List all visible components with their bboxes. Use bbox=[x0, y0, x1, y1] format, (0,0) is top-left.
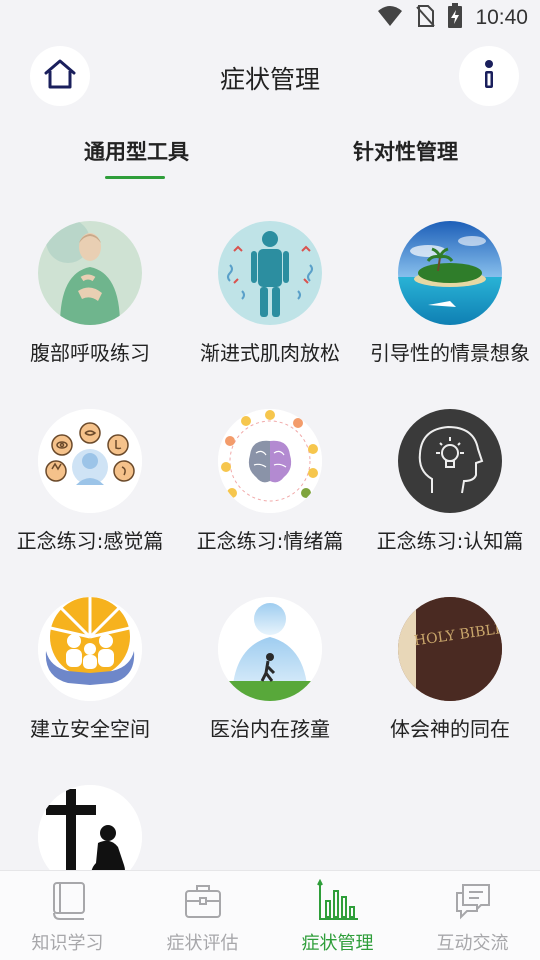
wifi-icon bbox=[377, 5, 403, 31]
mindfulness-cognition-image bbox=[398, 409, 502, 513]
battery-charging-icon bbox=[447, 3, 463, 33]
nav-knowledge-learning[interactable]: 知识学习 bbox=[0, 871, 135, 960]
nav-symptom-management[interactable]: 症状管理 bbox=[270, 871, 405, 960]
tool-label: 体会神的同在 bbox=[390, 717, 510, 741]
status-time: 10:40 bbox=[475, 6, 528, 29]
info-button[interactable] bbox=[459, 46, 519, 106]
tool-label: 渐进式肌肉放松 bbox=[200, 341, 340, 365]
status-bar: 10:40 bbox=[0, 0, 540, 36]
tool-label: 正念练习:情绪篇 bbox=[196, 529, 344, 553]
status-icons: 10:40 bbox=[377, 3, 528, 33]
tab-targeted-management[interactable]: 针对性管理 bbox=[353, 136, 458, 166]
tool-abdominal-breathing[interactable]: 腹部呼吸练习 bbox=[0, 221, 180, 366]
tool-mindfulness-cognition[interactable]: 正念练习:认知篇 bbox=[360, 409, 540, 554]
tool-label: 医治内在孩童 bbox=[210, 717, 330, 741]
nav-interactive-exchange[interactable]: 互动交流 bbox=[405, 871, 540, 960]
active-tab-indicator bbox=[105, 176, 165, 179]
nav-label: 症状评估 bbox=[166, 933, 239, 954]
nav-label: 互动交流 bbox=[436, 933, 509, 954]
tool-label: 腹部呼吸练习 bbox=[30, 341, 150, 365]
tool-label: 建立安全空间 bbox=[30, 717, 150, 741]
mindfulness-emotions-image bbox=[218, 409, 322, 513]
nav-label: 知识学习 bbox=[31, 933, 104, 954]
briefcase-icon bbox=[181, 879, 225, 923]
nav-symptom-assessment[interactable]: 症状评估 bbox=[135, 871, 270, 960]
tool-inner-child[interactable]: 医治内在孩童 bbox=[180, 597, 360, 742]
tool-gods-presence[interactable]: HOLY BIBLE 体会神的同在 bbox=[360, 597, 540, 742]
bottom-nav: 知识学习 症状评估 症状管理 互动交流 bbox=[0, 870, 540, 960]
tool-mindfulness-emotions[interactable]: 正念练习:情绪篇 bbox=[180, 409, 360, 554]
nav-label: 症状管理 bbox=[301, 933, 374, 954]
inner-child-image bbox=[218, 597, 322, 701]
tool-label: 正念练习:感觉篇 bbox=[16, 529, 164, 553]
tool-label: 引导性的情景想象 bbox=[370, 341, 530, 365]
tool-safe-space[interactable]: 建立安全空间 bbox=[0, 597, 180, 742]
tool-guided-imagery[interactable]: 引导性的情景想象 bbox=[360, 221, 540, 366]
tool-progressive-muscle-relaxation[interactable]: 渐进式肌肉放松 bbox=[180, 221, 360, 366]
holy-bible-image: HOLY BIBLE bbox=[398, 597, 502, 701]
safe-space-image bbox=[38, 597, 142, 701]
info-icon bbox=[482, 59, 496, 93]
bar-chart-icon bbox=[316, 878, 360, 923]
tab-general-tools[interactable]: 通用型工具 bbox=[84, 136, 189, 166]
chat-bubbles-icon bbox=[451, 879, 495, 923]
abdominal-breathing-image bbox=[38, 221, 142, 325]
mindfulness-senses-image bbox=[38, 409, 142, 513]
tool-label: 正念练习:认知篇 bbox=[376, 529, 524, 553]
tool-mindfulness-senses[interactable]: 正念练习:感觉篇 bbox=[0, 409, 180, 554]
guided-imagery-image bbox=[398, 221, 502, 325]
book-icon bbox=[46, 879, 90, 923]
muscle-relaxation-image bbox=[218, 221, 322, 325]
no-sim-icon bbox=[415, 4, 436, 32]
